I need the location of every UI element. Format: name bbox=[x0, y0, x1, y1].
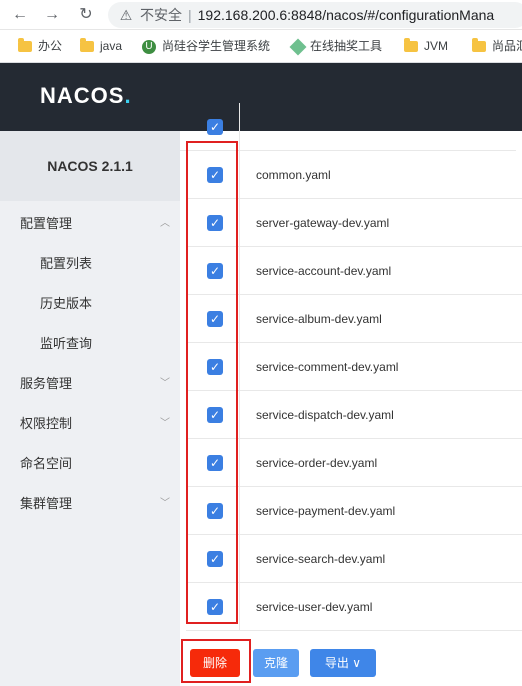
bookmark-lottery[interactable]: 在线抽奖工具 bbox=[289, 30, 383, 62]
insecure-label: 不安全 bbox=[140, 7, 182, 23]
warning-icon: ⚠ bbox=[119, 7, 133, 23]
bookmark-label: 办公 bbox=[38, 39, 63, 53]
sidebar-item-label: 监听查询 bbox=[40, 336, 93, 351]
chevron-down-icon: ∨ bbox=[352, 656, 362, 670]
nacos-logo[interactable]: NACOS. bbox=[40, 83, 132, 109]
delete-highlight-box bbox=[181, 639, 251, 683]
address-bar[interactable]: ⚠ 不安全 | 192.168.200.6:8848/nacos/#/configur… bbox=[108, 2, 522, 28]
bookmark-label: 尚硅谷学生管理系统 bbox=[162, 39, 271, 53]
data-id-cell: service-payment-dev.yaml bbox=[256, 503, 396, 518]
bookmark-jvm[interactable]: JVM bbox=[404, 30, 448, 62]
export-label: 导出 bbox=[324, 656, 349, 670]
data-id-cell: service-album-dev.yaml bbox=[256, 311, 382, 326]
sidebar-item-listener-query[interactable]: 监听查询 bbox=[0, 324, 180, 364]
sidebar-item-cluster-management[interactable]: 集群管理 ﹀ bbox=[0, 484, 180, 524]
back-arrow-icon[interactable]: ← bbox=[10, 5, 30, 25]
folder-icon bbox=[80, 38, 94, 52]
url-text: 192.168.200.6:8848/nacos/#/configuration… bbox=[197, 7, 495, 23]
bookmark-office[interactable]: 办公 bbox=[18, 30, 63, 62]
data-id-cell: service-comment-dev.yaml bbox=[256, 359, 399, 374]
forward-arrow-icon[interactable]: → bbox=[42, 5, 62, 25]
logo-dot: . bbox=[124, 83, 132, 108]
data-id-cell: common.yaml bbox=[256, 167, 331, 182]
sidebar-item-access-control[interactable]: 权限控制 ﹀ bbox=[0, 404, 180, 444]
sidebar-item-label: 集群管理 bbox=[20, 496, 73, 511]
chevron-up-icon: ︿ bbox=[160, 218, 170, 229]
chevron-down-icon: ﹀ bbox=[160, 418, 170, 429]
sidebar-item-label: 命名空间 bbox=[20, 456, 73, 471]
diamond-icon bbox=[289, 38, 307, 55]
sidebar-item-namespace[interactable]: 命名空间 bbox=[0, 444, 180, 484]
bookmark-label: 尚品汇 bbox=[492, 39, 522, 53]
bookmark-java[interactable]: java bbox=[80, 30, 123, 62]
sidebar-item-config-management[interactable]: 配置管理 ︿ bbox=[0, 204, 180, 244]
sidebar-item-label: 配置管理 bbox=[20, 216, 73, 231]
checkbox-highlight-box bbox=[186, 141, 238, 624]
address-separator: | bbox=[188, 7, 192, 23]
bookmark-shangpinhui[interactable]: 尚品汇 bbox=[472, 30, 522, 62]
data-id-cell: service-order-dev.yaml bbox=[256, 455, 378, 470]
logo-text: NACOS bbox=[40, 83, 125, 108]
bookmark-label: JVM bbox=[424, 39, 448, 53]
folder-icon bbox=[472, 38, 486, 52]
data-id-cell: service-user-dev.yaml bbox=[256, 599, 373, 614]
reload-icon[interactable]: ↻ bbox=[76, 5, 96, 25]
shield-icon: U bbox=[142, 39, 156, 54]
sidebar-item-service-management[interactable]: 服务管理 ﹀ bbox=[0, 364, 180, 404]
bookmark-label: java bbox=[100, 39, 123, 53]
export-button[interactable]: 导出 ∨ bbox=[310, 649, 376, 677]
data-id-cell: service-dispatch-dev.yaml bbox=[256, 407, 394, 422]
data-id-cell: service-search-dev.yaml bbox=[256, 551, 386, 566]
sidebar-item-label: 历史版本 bbox=[40, 296, 93, 311]
browser-toolbar: ← → ↻ ⚠ 不安全 | 192.168.200.6:8848/nacos/#/co… bbox=[0, 0, 522, 30]
data-id-cell: service-account-dev.yaml bbox=[256, 263, 392, 278]
sidebar-item-label: 服务管理 bbox=[20, 376, 73, 391]
bookmarks-bar: 办公 java U 尚硅谷学生管理系统 在线抽奖工具 JVM 尚品汇 bbox=[0, 30, 522, 63]
version-label: NACOS 2.1.1 bbox=[0, 131, 180, 201]
sidebar-item-config-list[interactable]: 配置列表 bbox=[0, 244, 180, 284]
sidebar-item-history[interactable]: 历史版本 bbox=[0, 284, 180, 324]
bookmark-student-system[interactable]: U 尚硅谷学生管理系统 bbox=[142, 30, 271, 62]
clone-button[interactable]: 克隆 bbox=[253, 649, 299, 677]
chevron-down-icon: ﹀ bbox=[160, 498, 170, 509]
data-id-cell: server-gateway-dev.yaml bbox=[256, 215, 390, 230]
select-all-checkbox[interactable]: ✓ bbox=[207, 118, 223, 135]
folder-icon bbox=[404, 38, 418, 52]
chevron-down-icon: ﹀ bbox=[160, 378, 170, 389]
bookmark-label: 在线抽奖工具 bbox=[310, 39, 383, 53]
sidebar-item-label: 权限控制 bbox=[20, 416, 73, 431]
folder-icon bbox=[18, 38, 32, 52]
sidebar-item-label: 配置列表 bbox=[40, 256, 93, 271]
sidebar: NACOS 2.1.1 配置管理 ︿ 配置列表 历史版本 监听查询 服务管理 ﹀ 权… bbox=[0, 131, 180, 686]
